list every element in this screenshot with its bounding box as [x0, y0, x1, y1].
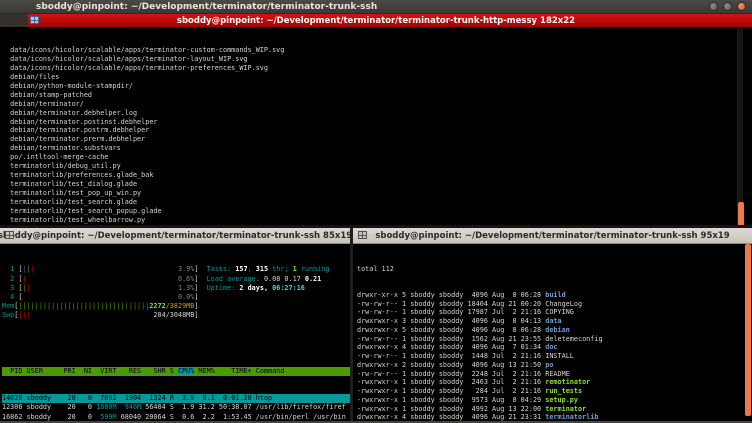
pane-htop-title: sboddy@pinpoint: ~/Development/terminato…	[0, 231, 352, 241]
scrollbar-top[interactable]	[737, 28, 743, 224]
ls-file-row: -rwxrwxr-x 1 sboddy sboddy 284 Jul 2 21:…	[357, 387, 752, 396]
terminal-group-icon[interactable]	[358, 231, 367, 239]
terminal-line: terminatorlib/test_search_popup.glade	[2, 207, 752, 216]
focused-terminal-titlebar[interactable]: sboddy@pinpoint: ~/Development/terminato…	[0, 14, 752, 27]
htop-meters: 1 [||| 3.9%] Tasks: 157, 315 thr; 1 runn…	[2, 265, 350, 320]
htop-meter: 1 [||| 3.9%] Tasks: 157, 315 thr; 1 runn…	[2, 265, 350, 274]
terminal-group-icon[interactable]	[30, 16, 39, 24]
ls-total-line: total 112	[357, 265, 752, 274]
terminal-line: terminatorlib/test_dialog.glade	[2, 180, 752, 189]
blank-line	[2, 339, 350, 348]
ls-file-row: -rw-rw-r-- 1 sboddy sboddy 18404 Aug 21 …	[357, 300, 752, 309]
htop-screen[interactable]: 1 [||| 3.9%] Tasks: 157, 315 thr; 1 runn…	[0, 244, 350, 423]
htop-meter: 2 [| 0.6%] Load average: 0.08 0.17 0.21	[2, 275, 350, 284]
terminal-line: debian/python-module-stampdir/	[2, 82, 752, 91]
ls-file-row: -rwxrwxr-x 1 sboddy sboddy 4992 Aug 13 2…	[357, 405, 752, 414]
htop-process-row[interactable]: 12306 sboddy 20 0 1880M 946M 56404 S 1.9…	[2, 403, 350, 412]
terminal-group-icon[interactable]	[5, 231, 14, 239]
terminal-line: terminatorlib/test_pop_up_win.py	[2, 189, 752, 198]
ls-file-row: -rw-rw-r-- 1 sboddy sboddy 17987 Jul 2 2…	[357, 308, 752, 317]
terminal-line: terminatorlib/test_search.glade	[2, 198, 752, 207]
htop-meter: Swp[||| 284/3048MB]	[2, 311, 350, 320]
htop-process-list: 14020 sboddy 20 0 7092 1904 1324 R 3.9 0…	[2, 394, 350, 423]
ls-file-list: drwxr-xr-x 5 sboddy sboddy 4096 Aug 8 06…	[357, 291, 752, 423]
terminal-line: data/icons/hicolor/scalable/apps/termina…	[2, 55, 752, 64]
terminal-line: data/icons/hicolor/scalable/apps/termina…	[2, 64, 752, 73]
terminal-line: debian/terminator/	[2, 100, 752, 109]
window-controls	[709, 2, 746, 11]
htop-meter: Mem[||||||||||||||||||||||||||||||||2272…	[2, 302, 350, 311]
pane-ls-title: sboddy@pinpoint: ~/Development/terminato…	[375, 231, 729, 241]
pane-htop[interactable]: sboddy@pinpoint: ~/Development/terminato…	[0, 228, 350, 423]
pane-ls[interactable]: sboddy@pinpoint: ~/Development/terminato…	[353, 228, 752, 423]
titlebar-left-block	[0, 14, 28, 27]
terminal-line: debian/terminator.substvars	[2, 144, 752, 153]
htop-meter: 3 [|| 1.3%] Uptime: 2 days, 06:27:16	[2, 284, 350, 293]
terminal-line: debian/terminator.prerm.debhelper	[2, 135, 752, 144]
htop-meter: 4 [ 0.0%]	[2, 293, 350, 302]
ls-file-row: -rw-rw-r-- 1 sboddy sboddy 1562 Aug 21 2…	[357, 335, 752, 344]
scrollbar-thumb[interactable]	[738, 202, 744, 225]
terminal-line: terminatorlib/test_wheelbarrow.py	[2, 216, 752, 225]
terminal-line: debian/terminator.postinst.debhelper	[2, 118, 752, 127]
ls-file-row: -rwxrwxr-x 1 sboddy sboddy 9573 Aug 8 04…	[357, 396, 752, 405]
minimize-button[interactable]	[709, 2, 718, 11]
terminal-line: po/.intltool-merge-cache	[2, 153, 752, 162]
window-title: sboddy@pinpoint: ~/Development/terminato…	[0, 2, 377, 12]
terminal-output: data/icons/hicolor/scalable/apps/termina…	[2, 46, 752, 225]
terminal-line: terminatorlib/preferences.glade_bak	[2, 171, 752, 180]
focused-terminal-title: sboddy@pinpoint: ~/Development/terminato…	[177, 16, 575, 26]
bottom-split: sboddy@pinpoint: ~/Development/terminato…	[0, 225, 752, 423]
ls-file-row: drwxrwxr-x 2 sboddy sboddy 4096 Aug 13 2…	[357, 361, 752, 370]
ls-file-row: drwxrwxr-x 5 sboddy sboddy 4096 Aug 8 06…	[357, 326, 752, 335]
htop-table-header[interactable]: PID USER PRI NI VIRT RES SHR S CPU% MEM%…	[2, 367, 350, 376]
terminal-line: terminatorlib/debug_util.py	[2, 162, 752, 171]
terminal-line: data/icons/hicolor/scalable/apps/termina…	[2, 46, 752, 55]
htop-process-row[interactable]: 14020 sboddy 20 0 7092 1904 1324 R 3.9 0…	[2, 394, 350, 403]
close-button[interactable]	[737, 2, 746, 11]
scrollbar-right-thumb[interactable]	[745, 244, 751, 416]
ls-file-row: drwxrwxr-x 3 sboddy sboddy 4096 Aug 8 04…	[357, 317, 752, 326]
ls-file-row: -rwxrwxr-x 1 sboddy sboddy 2463 Jul 2 21…	[357, 378, 752, 387]
ls-output[interactable]: total 112 drwxr-xr-x 5 sboddy sboddy 409…	[353, 244, 752, 423]
maximize-button[interactable]	[723, 2, 732, 11]
ls-file-row: -rw-rw-r-- 1 sboddy sboddy 2248 Jul 2 21…	[357, 370, 752, 379]
terminal-top[interactable]: data/icons/hicolor/scalable/apps/termina…	[0, 27, 752, 225]
ls-file-row: drwxr-xr-x 5 sboddy sboddy 4096 Aug 8 06…	[357, 291, 752, 300]
terminal-line: debian/terminator.postrm.debhelper	[2, 126, 752, 135]
ls-file-row: drwxrwxr-x 4 sboddy sboddy 4096 Aug 7 01…	[357, 343, 752, 352]
pane-htop-titlebar[interactable]: sboddy@pinpoint: ~/Development/terminato…	[0, 228, 350, 244]
pane-ls-titlebar[interactable]: sboddy@pinpoint: ~/Development/terminato…	[353, 228, 752, 244]
window-titlebar[interactable]: sboddy@pinpoint: ~/Development/terminato…	[0, 0, 752, 14]
terminal-line: debian/terminator.debhelper.log	[2, 109, 752, 118]
terminator-window: sboddy@pinpoint: ~/Development/terminato…	[0, 0, 752, 423]
terminal-line: debian/files	[2, 73, 752, 82]
ls-file-row: -rw-rw-r-- 1 sboddy sboddy 1448 Jul 2 21…	[357, 352, 752, 361]
terminal-line: debian/stamp-patched	[2, 91, 752, 100]
